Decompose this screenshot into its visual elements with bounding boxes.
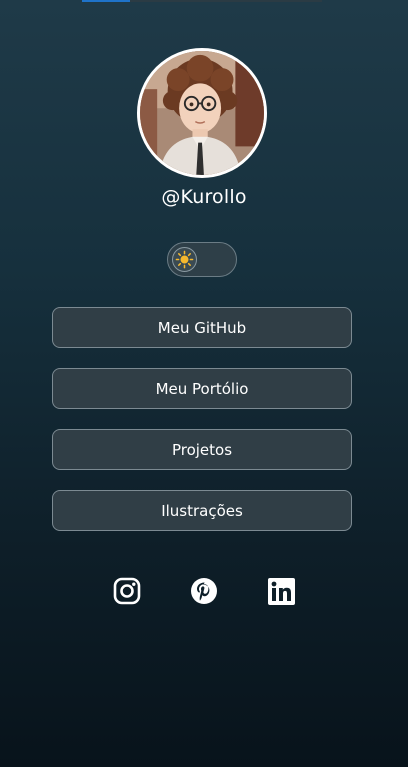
pinterest-icon: [191, 578, 217, 604]
instagram-link[interactable]: [113, 576, 141, 606]
toggle-knob: [172, 247, 197, 272]
avatar-illustration: [140, 51, 264, 175]
illustrations-link-button[interactable]: Ilustrações: [52, 490, 352, 531]
instagram-icon: [113, 577, 141, 605]
pinterest-link[interactable]: [190, 576, 218, 606]
loading-progress-bar: [82, 0, 322, 2]
social-links: [0, 576, 408, 606]
linkedin-icon: [267, 577, 295, 605]
avatar: [137, 48, 267, 178]
loading-progress-fill: [82, 0, 130, 2]
theme-toggle[interactable]: [167, 242, 237, 277]
github-link-button[interactable]: Meu GitHub: [52, 307, 352, 348]
portfolio-link-button[interactable]: Meu Portólio: [52, 368, 352, 409]
linkedin-link[interactable]: [267, 576, 295, 606]
projects-link-button[interactable]: Projetos: [52, 429, 352, 470]
sun-icon: [175, 250, 194, 269]
link-list: Meu GitHub Meu Portólio Projetos Ilustra…: [52, 307, 352, 551]
username: @Kurollo: [161, 186, 247, 208]
